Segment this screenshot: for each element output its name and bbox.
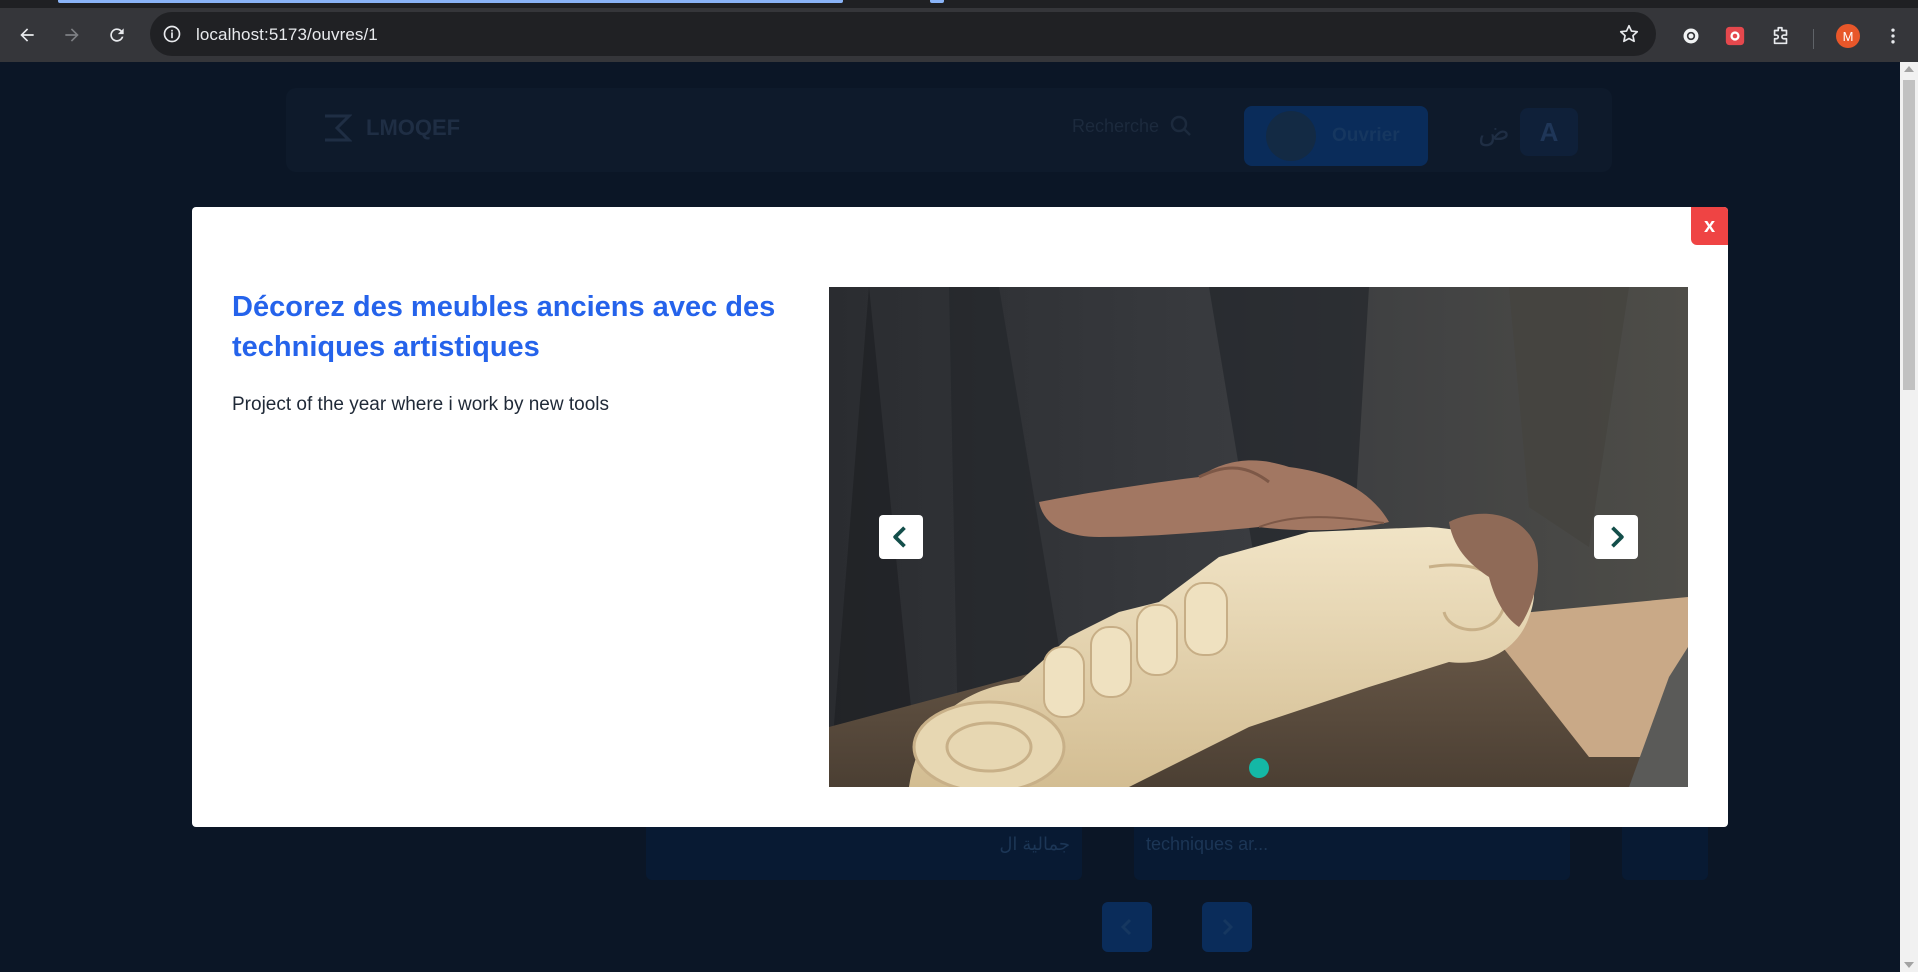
forward-button[interactable] [54, 17, 90, 53]
site-info-icon[interactable] [162, 24, 182, 44]
work-card[interactable] [1622, 822, 1708, 880]
tab-strip [0, 0, 1918, 8]
browser-toolbar: localhost:5173/ouvres/1 M [0, 8, 1918, 62]
work-card[interactable]: techniques ar... [1134, 822, 1570, 880]
url-text[interactable]: localhost:5173/ouvres/1 [196, 25, 378, 45]
carousel-indicator-dot[interactable] [1249, 758, 1269, 778]
extension-circle-icon[interactable] [1680, 25, 1702, 47]
arrow-left-icon [20, 28, 34, 42]
site-navbar: LMOQEF Recherche Ouvrier ض A [286, 88, 1612, 172]
extension-red-icon[interactable] [1724, 25, 1746, 47]
chevron-right-icon [1222, 918, 1234, 936]
reload-icon [110, 28, 124, 42]
page-scrollbar[interactable] [1900, 62, 1918, 972]
card-title: techniques ar... [1146, 834, 1269, 854]
scroll-down-arrow[interactable] [1904, 962, 1914, 968]
search-placeholder: Recherche [1072, 115, 1160, 136]
work-detail-modal: x Décorez des meubles anciens avec des t… [192, 207, 1728, 827]
address-bar[interactable]: localhost:5173/ouvres/1 [150, 12, 1656, 56]
tab-indicator[interactable] [930, 0, 944, 3]
brand[interactable]: LMOQEF [322, 110, 460, 146]
profile-avatar[interactable]: M [1836, 24, 1860, 48]
close-button[interactable]: x [1691, 207, 1728, 245]
card-title: جمالية ال [999, 834, 1070, 854]
chevron-right-icon [1611, 526, 1624, 548]
arrow-right-icon [65, 28, 79, 42]
user-role-label: Ouvrier [1332, 125, 1400, 146]
image-carousel [829, 287, 1688, 787]
back-button[interactable] [9, 17, 45, 53]
reload-button[interactable] [99, 17, 135, 53]
brand-logo-icon [325, 114, 352, 142]
active-tab-indicator[interactable] [58, 0, 843, 3]
lang-latin-button[interactable]: A [1520, 108, 1578, 156]
brand-name: LMOQEF [366, 115, 461, 140]
carousel-next-button[interactable] [1594, 515, 1638, 559]
cards-next-button[interactable] [1202, 902, 1252, 952]
modal-title: Décorez des meubles anciens avec des tec… [232, 291, 776, 363]
search-icon [1170, 115, 1191, 136]
cards-prev-button[interactable] [1102, 902, 1152, 952]
work-card[interactable]: جمالية ال [646, 822, 1082, 880]
lang-arabic-button[interactable]: ض [1472, 110, 1516, 154]
scroll-thumb[interactable] [1903, 80, 1915, 390]
user-avatar [1266, 111, 1316, 161]
search-field[interactable]: Recherche [1072, 114, 1193, 138]
bookmark-star-icon[interactable] [1618, 23, 1640, 45]
extensions-puzzle-icon[interactable] [1770, 25, 1792, 47]
modal-description: Project of the year where i work by new … [232, 394, 610, 415]
user-menu-button[interactable]: Ouvrier [1244, 106, 1428, 166]
carousel-image [829, 287, 1688, 787]
chevron-left-icon [1120, 918, 1132, 936]
toolbar-divider [1813, 29, 1814, 49]
carousel-prev-button[interactable] [879, 515, 923, 559]
chevron-left-icon [893, 526, 906, 548]
scroll-up-arrow[interactable] [1904, 66, 1914, 72]
menu-kebab-icon[interactable] [1882, 25, 1904, 47]
